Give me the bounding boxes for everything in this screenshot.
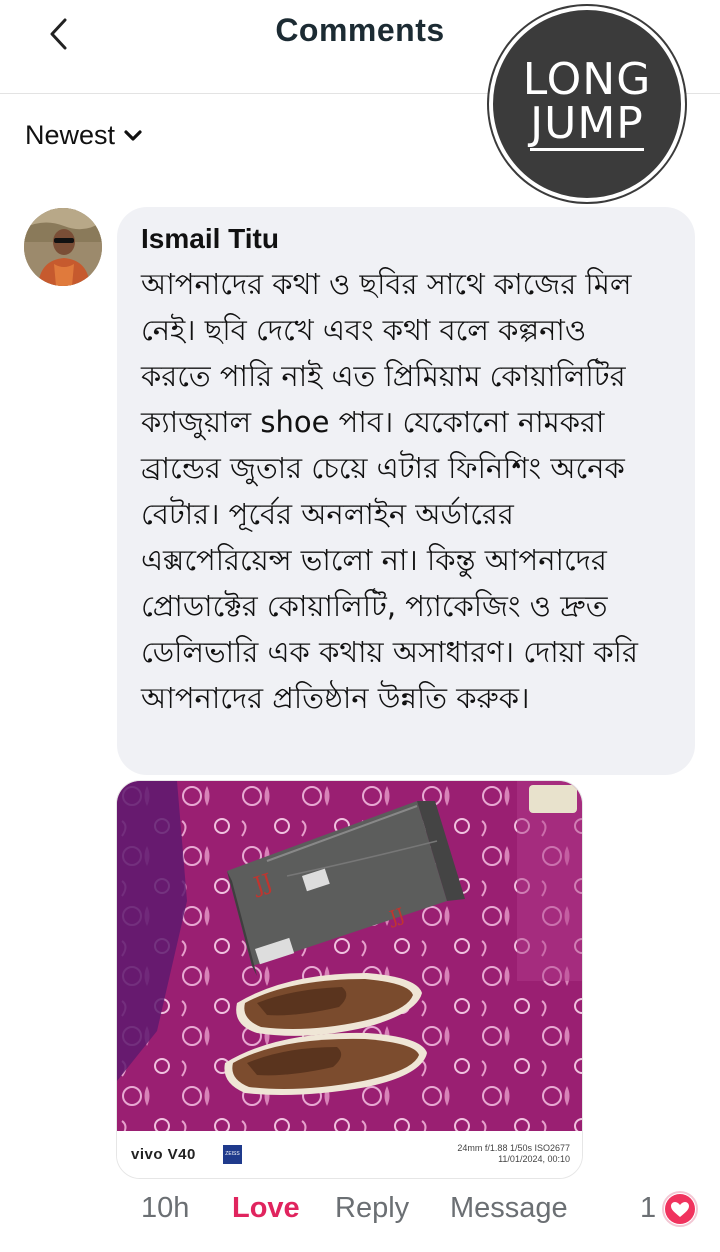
camera-info-line2: 11/01/2024, 00:10 [498, 1154, 570, 1164]
camera-brand: vivo V40 [131, 1146, 196, 1163]
comment-actions: 10h Love Reply Message 1 [0, 1188, 720, 1232]
comment-timestamp: 10h [141, 1192, 190, 1224]
comment-author[interactable]: Ismail Titu [141, 221, 671, 257]
camera-info: 24mm f/1.88 1/50s ISO2677 11/01/2024, 00… [457, 1143, 570, 1165]
camera-info-line1: 24mm f/1.88 1/50s ISO2677 [457, 1143, 570, 1153]
sort-dropdown[interactable]: Newest [25, 120, 143, 151]
comment-text: আপনাদের কথা ও ছবির সাথে কাজের মিল নেই। ছ… [141, 267, 638, 715]
comment-photo[interactable]: JJ JJ vivo V40 ZEISS 24mm f/1.88 1/50s I… [116, 780, 583, 1179]
avatar[interactable] [24, 208, 102, 286]
comment-bubble: Ismail Titu আপনাদের কথা ও ছবির সাথে কাজে… [117, 207, 695, 775]
sort-label: Newest [25, 120, 116, 150]
reaction-badge[interactable] [662, 1191, 698, 1227]
avatar-photo [24, 208, 102, 286]
reaction-count[interactable]: 1 [640, 1192, 656, 1225]
message-button[interactable]: Message [450, 1192, 568, 1225]
reply-button[interactable]: Reply [335, 1192, 409, 1225]
zeiss-logo-icon: ZEISS [223, 1145, 242, 1164]
photo-camera-footer: vivo V40 ZEISS 24mm f/1.88 1/50s ISO2677… [117, 1131, 582, 1178]
long-jump-logo: LONG JUMP [489, 6, 685, 202]
love-button[interactable]: Love [232, 1192, 300, 1225]
heart-icon [665, 1194, 695, 1224]
logo-line-2: JUMP [530, 97, 644, 151]
shoe-box-photo: JJ JJ [117, 781, 582, 1131]
chevron-down-icon [124, 129, 142, 141]
logo-line-1: LONG [522, 53, 652, 105]
